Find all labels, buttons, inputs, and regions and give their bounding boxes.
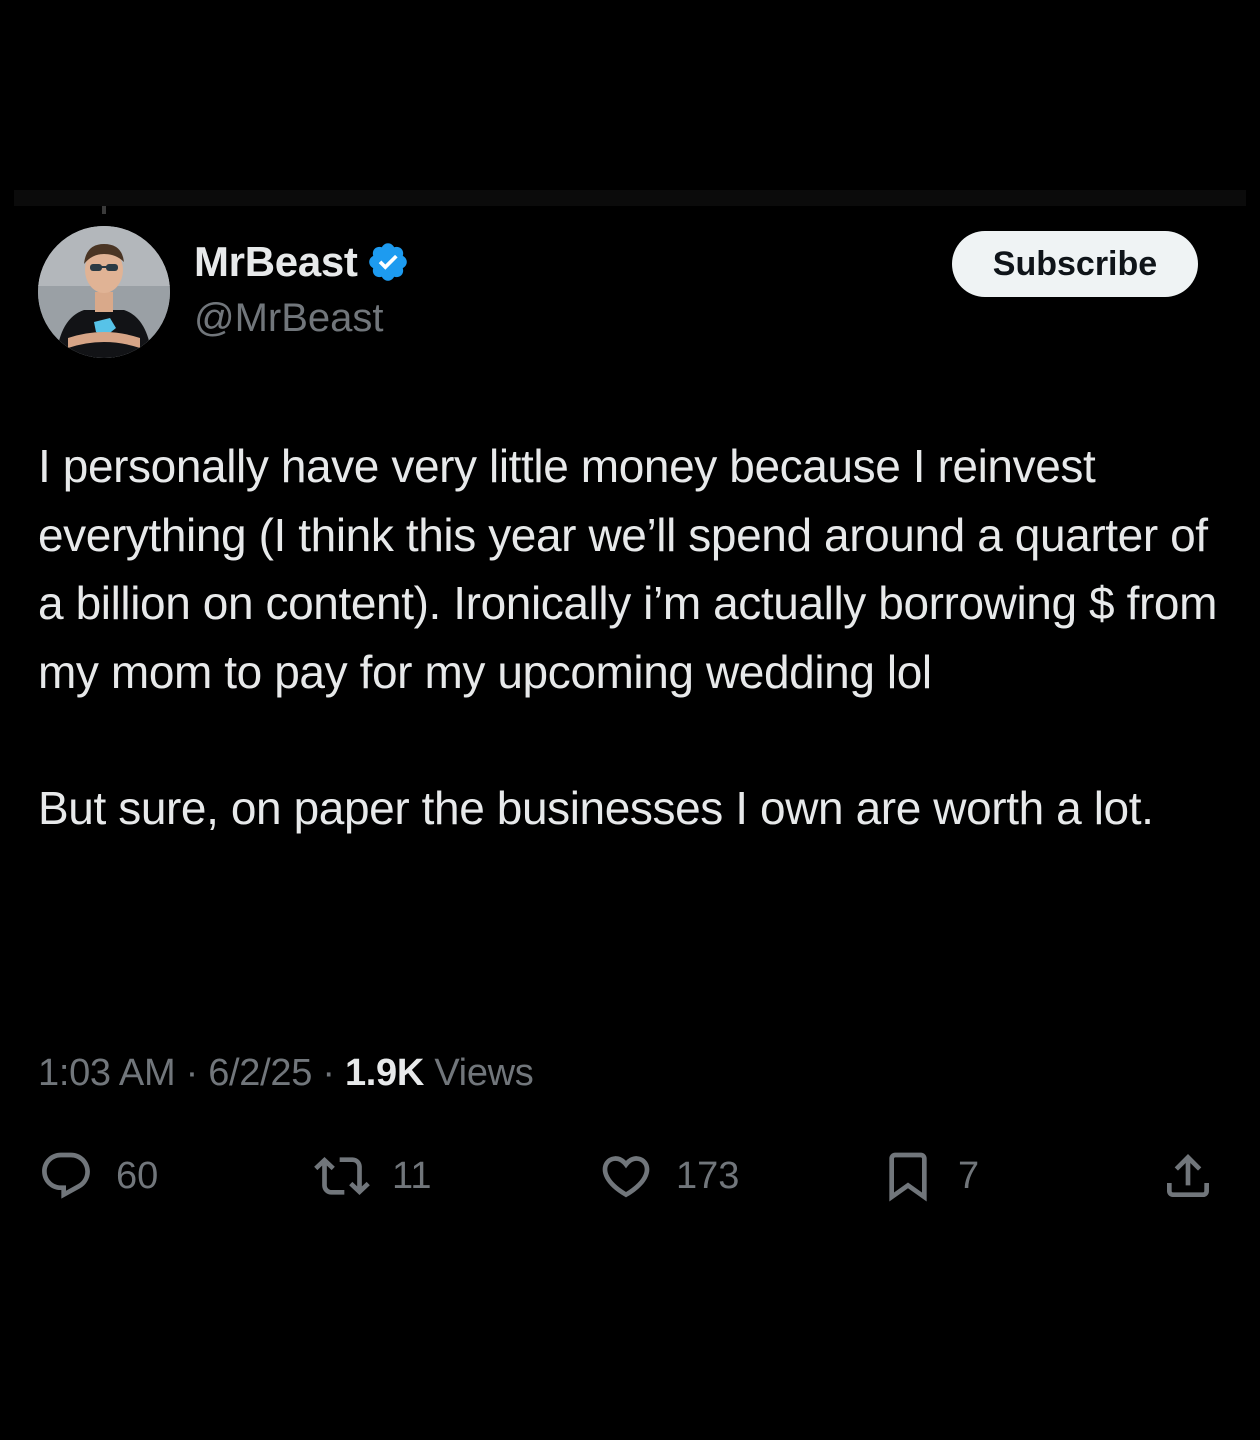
- bookmark-icon: [889, 1152, 927, 1202]
- share-icon: [1167, 1154, 1209, 1197]
- tweet-text: I personally have very little money beca…: [38, 432, 1228, 843]
- repost-icon: [314, 1157, 370, 1195]
- like-count: 173: [676, 1154, 740, 1197]
- tweet-time[interactable]: 1:03 AM: [38, 1052, 176, 1094]
- bookmark-count: 7: [958, 1154, 980, 1197]
- share-button[interactable]: [1160, 1146, 1216, 1206]
- meta-separator: ·: [322, 1052, 335, 1094]
- tweet-paragraph: But sure, on paper the businesses I own …: [38, 782, 1154, 834]
- meta-separator: ·: [185, 1052, 199, 1094]
- repost-count: 11: [392, 1154, 432, 1197]
- views-label: Views: [434, 1052, 534, 1094]
- like-icon: [602, 1156, 650, 1198]
- verified-badge-icon[interactable]: [366, 240, 410, 284]
- tweet-paragraph: I personally have very little money beca…: [38, 440, 1217, 698]
- tweet-meta: 1:03 AM · 6/2/25 · 1.9K Views: [38, 1052, 534, 1095]
- reply-count: 60: [116, 1154, 159, 1197]
- reply-icon: [42, 1152, 90, 1199]
- reply-button[interactable]: 60: [38, 1146, 158, 1206]
- subscribe-button[interactable]: Subscribe: [952, 231, 1198, 297]
- avatar-image: [38, 226, 170, 358]
- bookmark-button[interactable]: 7: [880, 1146, 979, 1206]
- action-bar: 60 11 173 7: [0, 1146, 1260, 1206]
- author-display-name-row[interactable]: MrBeast: [194, 238, 410, 286]
- top-divider: [14, 190, 1246, 206]
- tweet-date[interactable]: 6/2/25: [208, 1052, 312, 1094]
- avatar[interactable]: [38, 226, 170, 358]
- views-count: 1.9K: [344, 1052, 425, 1094]
- top-divider-mark: [102, 206, 106, 214]
- like-button[interactable]: 173: [598, 1146, 739, 1206]
- repost-button[interactable]: 11: [314, 1146, 431, 1206]
- author-display-name[interactable]: MrBeast: [194, 238, 358, 286]
- author-handle[interactable]: @MrBeast: [194, 296, 384, 341]
